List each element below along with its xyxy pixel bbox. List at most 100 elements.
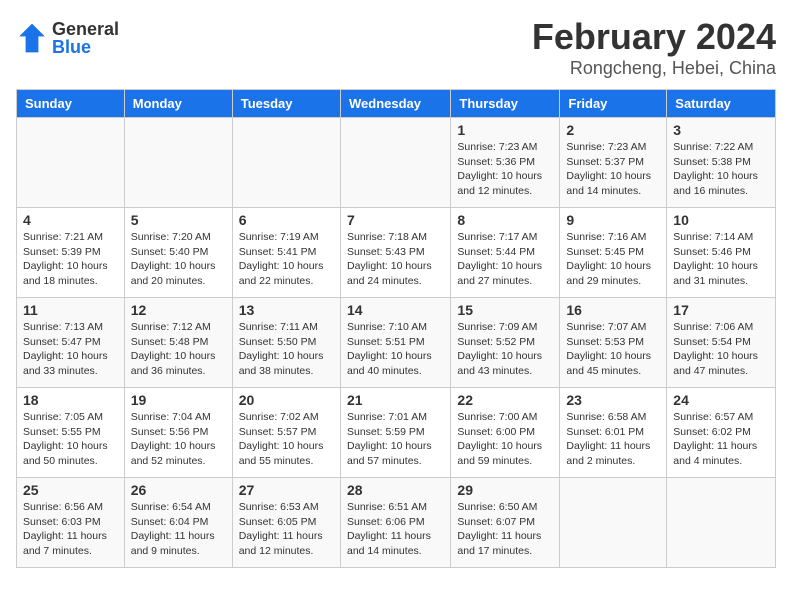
calendar-cell: 12 Sunrise: 7:12 AMSunset: 5:48 PMDayligh… — [124, 298, 232, 388]
month-title: February 2024 — [532, 16, 776, 58]
calendar-cell: 24Sunrise: 6:57 AMSunset: 6:02 PMDayligh… — [667, 388, 776, 478]
day-info: Sunrise: 7:23 AMSunset: 5:36 PMDaylight:… — [457, 140, 553, 199]
calendar-cell: 13 Sunrise: 7:11 AMSunset: 5:50 PMDayligh… — [232, 298, 340, 388]
day-number: 19 — [131, 392, 226, 408]
day-info: Sunrise: 6:56 AMSunset: 6:03 PMDaylight:… — [23, 500, 118, 559]
day-number: 4 — [23, 212, 118, 228]
day-number: 14 — [347, 302, 444, 318]
calendar-cell — [560, 478, 667, 568]
day-number: 17 — [673, 302, 769, 318]
calendar-cell — [17, 118, 125, 208]
day-number: 5 — [131, 212, 226, 228]
calendar-cell: 22 Sunrise: 7:00 AMSunset: 6:00 PMDayligh… — [451, 388, 560, 478]
day-info: Sunrise: 7:00 AMSunset: 6:00 PMDaylight:… — [457, 410, 553, 469]
day-info: Sunrise: 6:53 AMSunset: 6:05 PMDaylight:… — [239, 500, 334, 559]
calendar-cell: 28Sunrise: 6:51 AMSunset: 6:06 PMDayligh… — [340, 478, 450, 568]
logo-icon — [16, 22, 48, 54]
header-row: SundayMondayTuesdayWednesdayThursdayFrid… — [17, 90, 776, 118]
calendar-cell: 2Sunrise: 7:23 AMSunset: 5:37 PMDaylight… — [560, 118, 667, 208]
calendar-cell — [232, 118, 340, 208]
header-cell-wednesday: Wednesday — [340, 90, 450, 118]
day-number: 13 — [239, 302, 334, 318]
day-info: Sunrise: 7:20 AMSunset: 5:40 PMDaylight:… — [131, 230, 226, 289]
calendar-cell: 8Sunrise: 7:17 AMSunset: 5:44 PMDaylight… — [451, 208, 560, 298]
calendar-cell: 7 Sunrise: 7:18 AMSunset: 5:43 PMDaylight… — [340, 208, 450, 298]
calendar-table: SundayMondayTuesdayWednesdayThursdayFrid… — [16, 89, 776, 568]
day-number: 9 — [566, 212, 660, 228]
day-info: Sunrise: 7:21 AMSunset: 5:39 PMDaylight:… — [23, 230, 118, 289]
day-info: Sunrise: 7:01 AMSunset: 5:59 PMDaylight:… — [347, 410, 444, 469]
location-title: Rongcheng, Hebei, China — [532, 58, 776, 79]
calendar-cell: 9 Sunrise: 7:16 AMSunset: 5:45 PMDaylight… — [560, 208, 667, 298]
day-info: Sunrise: 7:19 AMSunset: 5:41 PMDaylight:… — [239, 230, 334, 289]
day-number: 18 — [23, 392, 118, 408]
calendar-cell — [124, 118, 232, 208]
day-number: 26 — [131, 482, 226, 498]
calendar-cell: 27Sunrise: 6:53 AMSunset: 6:05 PMDayligh… — [232, 478, 340, 568]
calendar-week-2: 4 Sunrise: 7:21 AMSunset: 5:39 PMDaylight… — [17, 208, 776, 298]
calendar-cell: 21 Sunrise: 7:01 AMSunset: 5:59 PMDayligh… — [340, 388, 450, 478]
calendar-cell: 14 Sunrise: 7:10 AMSunset: 5:51 PMDayligh… — [340, 298, 450, 388]
title-section: February 2024 Rongcheng, Hebei, China — [532, 16, 776, 79]
header-cell-thursday: Thursday — [451, 90, 560, 118]
logo: General Blue — [16, 20, 119, 56]
day-info: Sunrise: 7:18 AMSunset: 5:43 PMDaylight:… — [347, 230, 444, 289]
day-info: Sunrise: 7:04 AMSunset: 5:56 PMDaylight:… — [131, 410, 226, 469]
day-info: Sunrise: 7:06 AMSunset: 5:54 PMDaylight:… — [673, 320, 769, 379]
calendar-header: SundayMondayTuesdayWednesdayThursdayFrid… — [17, 90, 776, 118]
calendar-body: 1 Sunrise: 7:23 AMSunset: 5:36 PMDaylight… — [17, 118, 776, 568]
day-number: 7 — [347, 212, 444, 228]
calendar-cell: 23Sunrise: 6:58 AMSunset: 6:01 PMDayligh… — [560, 388, 667, 478]
day-number: 12 — [131, 302, 226, 318]
day-number: 25 — [23, 482, 118, 498]
calendar-cell: 5 Sunrise: 7:20 AMSunset: 5:40 PMDaylight… — [124, 208, 232, 298]
calendar-cell — [667, 478, 776, 568]
calendar-cell: 1 Sunrise: 7:23 AMSunset: 5:36 PMDaylight… — [451, 118, 560, 208]
day-info: Sunrise: 7:16 AMSunset: 5:45 PMDaylight:… — [566, 230, 660, 289]
calendar-cell — [340, 118, 450, 208]
calendar-cell: 16 Sunrise: 7:07 AMSunset: 5:53 PMDayligh… — [560, 298, 667, 388]
calendar-cell: 19 Sunrise: 7:04 AMSunset: 5:56 PMDayligh… — [124, 388, 232, 478]
day-number: 10 — [673, 212, 769, 228]
day-info: Sunrise: 7:07 AMSunset: 5:53 PMDaylight:… — [566, 320, 660, 379]
day-info: Sunrise: 7:10 AMSunset: 5:51 PMDaylight:… — [347, 320, 444, 379]
calendar-week-1: 1 Sunrise: 7:23 AMSunset: 5:36 PMDaylight… — [17, 118, 776, 208]
day-number: 6 — [239, 212, 334, 228]
calendar-cell: 4 Sunrise: 7:21 AMSunset: 5:39 PMDaylight… — [17, 208, 125, 298]
calendar-cell: 29Sunrise: 6:50 AMSunset: 6:07 PMDayligh… — [451, 478, 560, 568]
header-cell-friday: Friday — [560, 90, 667, 118]
header-cell-monday: Monday — [124, 90, 232, 118]
header-cell-saturday: Saturday — [667, 90, 776, 118]
day-info: Sunrise: 7:17 AMSunset: 5:44 PMDaylight:… — [457, 230, 553, 289]
calendar-week-4: 18 Sunrise: 7:05 AMSunset: 5:55 PMDayligh… — [17, 388, 776, 478]
day-info: Sunrise: 7:13 AMSunset: 5:47 PMDaylight:… — [23, 320, 118, 379]
day-number: 22 — [457, 392, 553, 408]
day-number: 2 — [566, 122, 660, 138]
day-info: Sunrise: 6:54 AMSunset: 6:04 PMDaylight:… — [131, 500, 226, 559]
calendar-cell: 10Sunrise: 7:14 AMSunset: 5:46 PMDayligh… — [667, 208, 776, 298]
page-header: General Blue February 2024 Rongcheng, He… — [16, 16, 776, 79]
calendar-week-3: 11 Sunrise: 7:13 AMSunset: 5:47 PMDayligh… — [17, 298, 776, 388]
day-number: 11 — [23, 302, 118, 318]
day-number: 16 — [566, 302, 660, 318]
day-info: Sunrise: 7:11 AMSunset: 5:50 PMDaylight:… — [239, 320, 334, 379]
day-number: 21 — [347, 392, 444, 408]
day-number: 24 — [673, 392, 769, 408]
day-info: Sunrise: 6:50 AMSunset: 6:07 PMDaylight:… — [457, 500, 553, 559]
calendar-cell: 6 Sunrise: 7:19 AMSunset: 5:41 PMDaylight… — [232, 208, 340, 298]
day-info: Sunrise: 7:12 AMSunset: 5:48 PMDaylight:… — [131, 320, 226, 379]
calendar-cell: 18 Sunrise: 7:05 AMSunset: 5:55 PMDayligh… — [17, 388, 125, 478]
day-info: Sunrise: 7:02 AMSunset: 5:57 PMDaylight:… — [239, 410, 334, 469]
calendar-week-5: 25 Sunrise: 6:56 AMSunset: 6:03 PMDayligh… — [17, 478, 776, 568]
header-cell-tuesday: Tuesday — [232, 90, 340, 118]
day-number: 28 — [347, 482, 444, 498]
day-info: Sunrise: 6:58 AMSunset: 6:01 PMDaylight:… — [566, 410, 660, 469]
logo-text: General Blue — [52, 20, 119, 56]
day-info: Sunrise: 7:05 AMSunset: 5:55 PMDaylight:… — [23, 410, 118, 469]
header-cell-sunday: Sunday — [17, 90, 125, 118]
day-number: 1 — [457, 122, 553, 138]
logo-blue-text: Blue — [52, 38, 119, 56]
day-info: Sunrise: 7:09 AMSunset: 5:52 PMDaylight:… — [457, 320, 553, 379]
calendar-cell: 3Sunrise: 7:22 AMSunset: 5:38 PMDaylight… — [667, 118, 776, 208]
day-info: Sunrise: 7:22 AMSunset: 5:38 PMDaylight:… — [673, 140, 769, 199]
